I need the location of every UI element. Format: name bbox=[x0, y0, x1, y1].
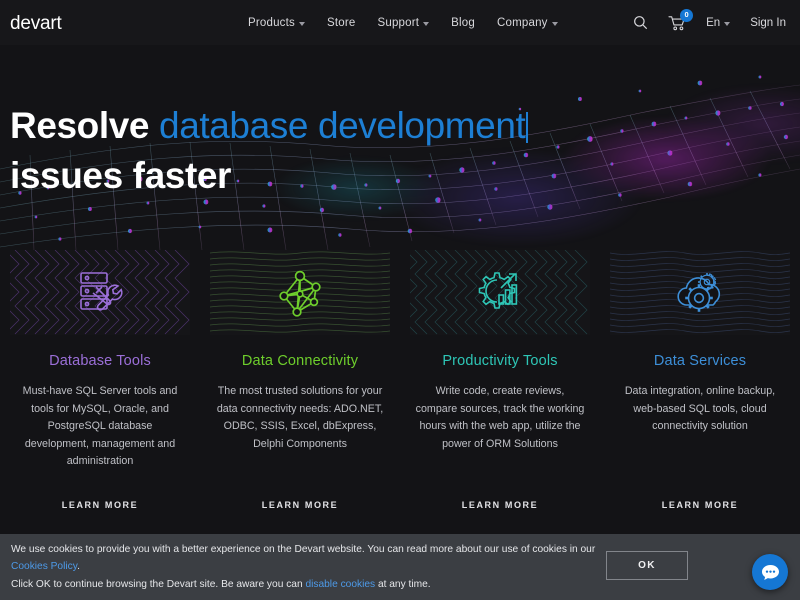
card-data-services[interactable]: Data Services Data integration, online b… bbox=[600, 250, 800, 535]
cookie-message: We use cookies to provide you with a bet… bbox=[11, 541, 601, 594]
card-title: Productivity Tools bbox=[442, 353, 557, 369]
card-database-tools[interactable]: Database Tools Must-have SQL Server tool… bbox=[0, 250, 200, 535]
search-button[interactable] bbox=[633, 15, 648, 30]
language-label: En bbox=[706, 17, 720, 29]
hero-heading-line1: Resolve database development bbox=[10, 101, 528, 151]
network-nodes-icon bbox=[210, 250, 390, 335]
feature-cards: Database Tools Must-have SQL Server tool… bbox=[0, 250, 800, 535]
svg-text:devart: devart bbox=[10, 13, 63, 34]
chevron-down-icon bbox=[552, 22, 558, 26]
hero-heading-accent: database development bbox=[159, 105, 525, 146]
nav-item-support[interactable]: Support bbox=[377, 17, 429, 29]
nav-item-products[interactable]: Products bbox=[248, 17, 305, 29]
main-nav: Products Store Support Blog Company bbox=[248, 0, 558, 45]
chevron-down-icon bbox=[423, 22, 429, 26]
card-description: The most trusted solutions for your data… bbox=[215, 383, 385, 453]
card-description: Must-have SQL Server tools and tools for… bbox=[15, 383, 185, 471]
learn-more-button[interactable]: LEARN MORE bbox=[400, 500, 600, 510]
card-title: Data Connectivity bbox=[242, 353, 358, 369]
cart-count-badge: 0 bbox=[680, 9, 693, 22]
nav-item-company[interactable]: Company bbox=[497, 17, 558, 29]
cookie-consent-banner: We use cookies to provide you with a bet… bbox=[0, 534, 800, 600]
learn-more-button[interactable]: LEARN MORE bbox=[200, 500, 400, 510]
site-header: devart Products Store Support Blog Compa… bbox=[0, 0, 800, 45]
learn-more-button[interactable]: LEARN MORE bbox=[0, 500, 200, 510]
hero-heading-line2: issues faster bbox=[10, 151, 528, 201]
search-icon bbox=[633, 15, 648, 30]
hero-section: Resolve database development issues fast… bbox=[0, 45, 800, 250]
chevron-down-icon bbox=[299, 22, 305, 26]
gear-chart-icon bbox=[410, 250, 590, 335]
nav-label-store: Store bbox=[327, 17, 356, 29]
cookie-line1-a: We use cookies to provide you with a bet… bbox=[11, 544, 595, 555]
card-description: Write code, create reviews, compare sour… bbox=[415, 383, 585, 453]
nav-item-blog[interactable]: Blog bbox=[451, 17, 475, 29]
sign-in-link[interactable]: Sign In bbox=[750, 17, 786, 29]
text-cursor-icon bbox=[526, 112, 528, 143]
disable-cookies-link[interactable]: disable cookies bbox=[305, 579, 375, 590]
card-productivity-tools[interactable]: Productivity Tools Write code, create re… bbox=[400, 250, 600, 535]
card-description: Data integration, online backup, web-bas… bbox=[615, 383, 785, 436]
nav-label-blog: Blog bbox=[451, 17, 475, 29]
hero-heading: Resolve database development issues fast… bbox=[10, 101, 528, 201]
cookie-line2-b: at any time. bbox=[375, 579, 431, 590]
cookie-ok-button[interactable]: OK bbox=[606, 551, 688, 580]
nav-label-support: Support bbox=[377, 17, 419, 29]
cart-button[interactable]: 0 bbox=[668, 15, 686, 31]
language-selector[interactable]: En bbox=[706, 17, 730, 29]
header-actions: 0 En Sign In bbox=[633, 0, 786, 45]
database-wrench-icon bbox=[10, 250, 190, 335]
chat-bubble-icon bbox=[761, 564, 780, 581]
nav-label-company: Company bbox=[497, 17, 548, 29]
card-title: Database Tools bbox=[49, 353, 151, 369]
learn-more-button[interactable]: LEARN MORE bbox=[600, 500, 800, 510]
devart-logo-icon: devart bbox=[10, 11, 90, 35]
card-data-connectivity[interactable]: Data Connectivity The most trusted solut… bbox=[200, 250, 400, 535]
chevron-down-icon bbox=[724, 22, 730, 26]
devart-logo[interactable]: devart bbox=[10, 11, 90, 35]
nav-item-store[interactable]: Store bbox=[327, 17, 356, 29]
card-title: Data Services bbox=[654, 353, 746, 369]
cloud-gears-icon bbox=[610, 250, 790, 335]
chat-widget-button[interactable] bbox=[752, 554, 788, 590]
cookie-line1-b: . bbox=[77, 561, 80, 572]
cookie-line2-a: Click OK to continue browsing the Devart… bbox=[11, 579, 305, 590]
nav-label-products: Products bbox=[248, 17, 295, 29]
cookies-policy-link[interactable]: Cookies Policy bbox=[11, 561, 77, 572]
hero-heading-bold: Resolve bbox=[10, 105, 149, 146]
